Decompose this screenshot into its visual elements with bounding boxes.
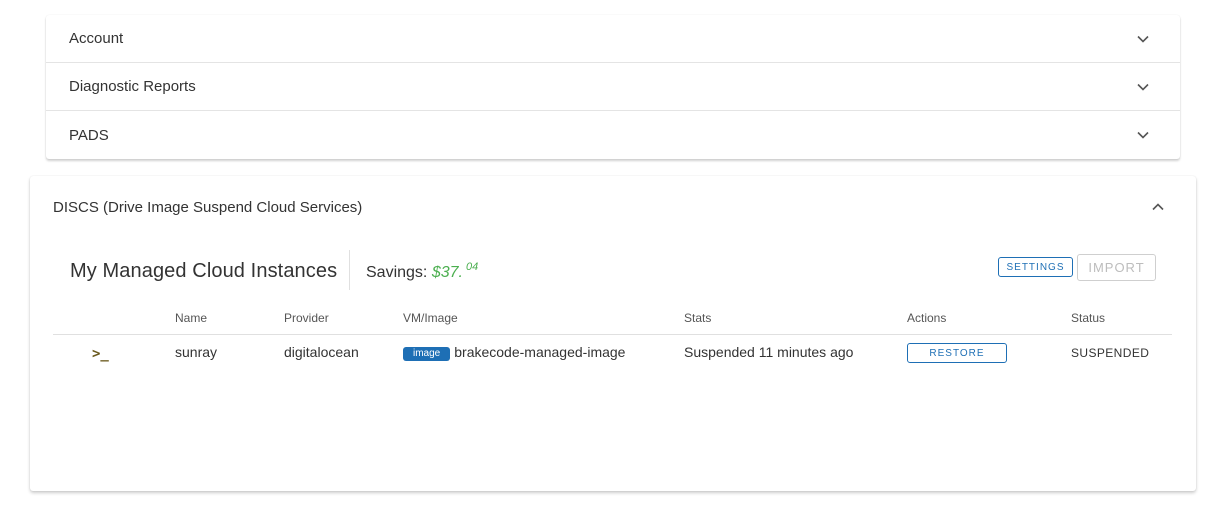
discs-panel-header[interactable]: DISCS (Drive Image Suspend Cloud Service… (30, 176, 1196, 238)
image-name: brakecode-managed-image (454, 344, 626, 360)
savings-summary: Savings: $37. 04 (366, 261, 478, 282)
column-header-name[interactable]: Name (175, 311, 207, 325)
accordion-item-diagnostic-reports[interactable]: Diagnostic Reports (46, 63, 1180, 111)
instance-provider: digitalocean (284, 344, 359, 360)
column-header-provider[interactable]: Provider (284, 311, 329, 325)
accordion-item-label: Diagnostic Reports (69, 78, 196, 95)
restore-button[interactable]: RESTORE (907, 343, 1007, 363)
instance-name: sunray (175, 344, 218, 360)
savings-amount: $37. (431, 264, 463, 281)
column-header-actions[interactable]: Actions (907, 311, 946, 325)
chevron-down-icon[interactable] (1136, 32, 1150, 46)
settings-button[interactable]: SETTINGS (998, 257, 1073, 277)
accordion-item-pads[interactable]: PADS (46, 111, 1180, 159)
chevron-down-icon[interactable] (1136, 80, 1150, 94)
savings-label: Savings: (366, 264, 428, 281)
terminal-icon[interactable]: >_ (92, 346, 109, 362)
accordion-item-label: Account (69, 30, 124, 47)
column-header-vm-image[interactable]: VM/Image (403, 311, 458, 325)
chevron-down-icon[interactable] (1136, 128, 1150, 142)
settings-accordion: Account Diagnostic Reports PADS (46, 15, 1180, 159)
instances-heading: My Managed Cloud Instances (70, 260, 338, 282)
accordion-item-label: PADS (69, 126, 109, 144)
discs-panel-title: DISCS (Drive Image Suspend Cloud Service… (53, 198, 363, 216)
column-header-stats[interactable]: Stats (684, 311, 711, 325)
instance-vm-image: image brakecode-managed-image (403, 344, 625, 361)
savings-cents: 04 (465, 261, 479, 273)
import-button[interactable]: IMPORT (1077, 254, 1156, 281)
heading-divider (349, 250, 350, 290)
discs-panel: DISCS (Drive Image Suspend Cloud Service… (30, 176, 1196, 491)
image-badge: image (403, 347, 451, 361)
accordion-item-account[interactable]: Account (46, 15, 1180, 63)
column-header-status[interactable]: Status (1071, 311, 1105, 325)
status-label: SUSPENDED (1071, 346, 1150, 360)
chevron-up-icon[interactable] (1151, 200, 1165, 214)
table-header-divider (53, 334, 1172, 335)
instance-stats: Suspended 11 minutes ago (684, 344, 854, 360)
